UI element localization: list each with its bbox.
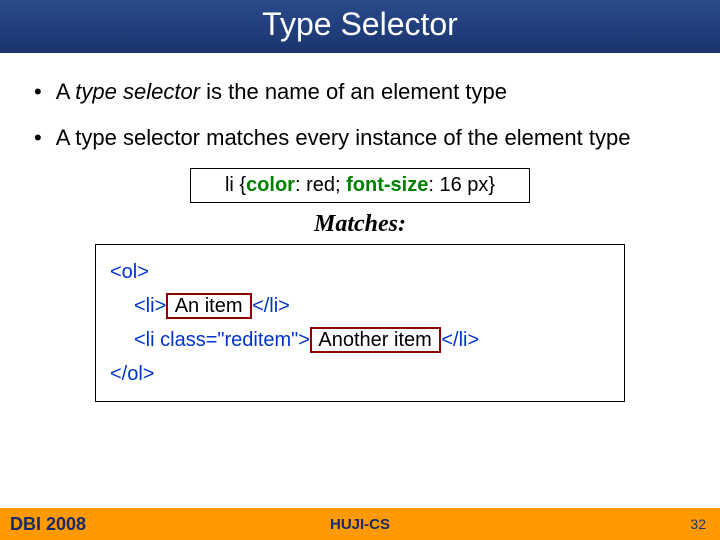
bullet-item: • A type selector matches every instance… bbox=[28, 123, 692, 153]
footer-page-number: 32 bbox=[690, 516, 706, 532]
title-bar: Type Selector bbox=[0, 0, 720, 53]
code-prop: font-size bbox=[346, 174, 428, 196]
bullet-dot-icon: • bbox=[34, 123, 42, 153]
bullet-text: A type selector matches every instance o… bbox=[56, 123, 631, 153]
bullet-text-em: type selector bbox=[75, 79, 200, 104]
footer-center: HUJI-CS bbox=[330, 516, 390, 533]
tag-li-close: </li> bbox=[441, 329, 479, 351]
tag-ol-open: <ol> bbox=[110, 261, 149, 283]
bullet-item: • A type selector is the name of an elem… bbox=[28, 77, 692, 107]
footer-bar: DBI 2008 HUJI-CS 32 bbox=[0, 508, 720, 540]
page-title: Type Selector bbox=[262, 6, 458, 42]
content-area: • A type selector is the name of an elem… bbox=[0, 53, 720, 402]
footer-left: DBI 2008 bbox=[10, 514, 86, 535]
code-line: <ol> bbox=[110, 255, 610, 289]
tag-li-open: <li> bbox=[134, 295, 166, 317]
tag-li-close: </li> bbox=[252, 295, 290, 317]
code-prop: color bbox=[246, 174, 295, 196]
html-example-box: <ol> <li> An item </li> <li class="redit… bbox=[95, 244, 625, 402]
matched-text-highlight: Another item bbox=[310, 327, 441, 353]
bullet-text-pre: A bbox=[56, 79, 76, 104]
code-val: : red; bbox=[295, 174, 346, 196]
matched-text-highlight: An item bbox=[166, 293, 252, 319]
bullet-text-post: is the name of an element type bbox=[200, 79, 507, 104]
bullet-text-pre: A type selector matches every instance o… bbox=[56, 125, 631, 150]
bullet-dot-icon: • bbox=[34, 77, 42, 107]
tag-ol-close: </ol> bbox=[110, 363, 154, 385]
tag-li-open: <li class="reditem"> bbox=[134, 329, 310, 351]
code-line: <li class="reditem"> Another item </li> bbox=[134, 323, 610, 357]
code-selector: li { bbox=[225, 174, 246, 196]
css-rule-box: li {color: red; font-size: 16 px} bbox=[190, 168, 530, 203]
matches-heading: Matches: bbox=[28, 211, 692, 238]
code-tail: : 16 px} bbox=[428, 174, 495, 196]
code-line: </ol> bbox=[110, 357, 610, 391]
bullet-text: A type selector is the name of an elemen… bbox=[56, 77, 507, 107]
code-line: <li> An item </li> bbox=[134, 289, 610, 323]
